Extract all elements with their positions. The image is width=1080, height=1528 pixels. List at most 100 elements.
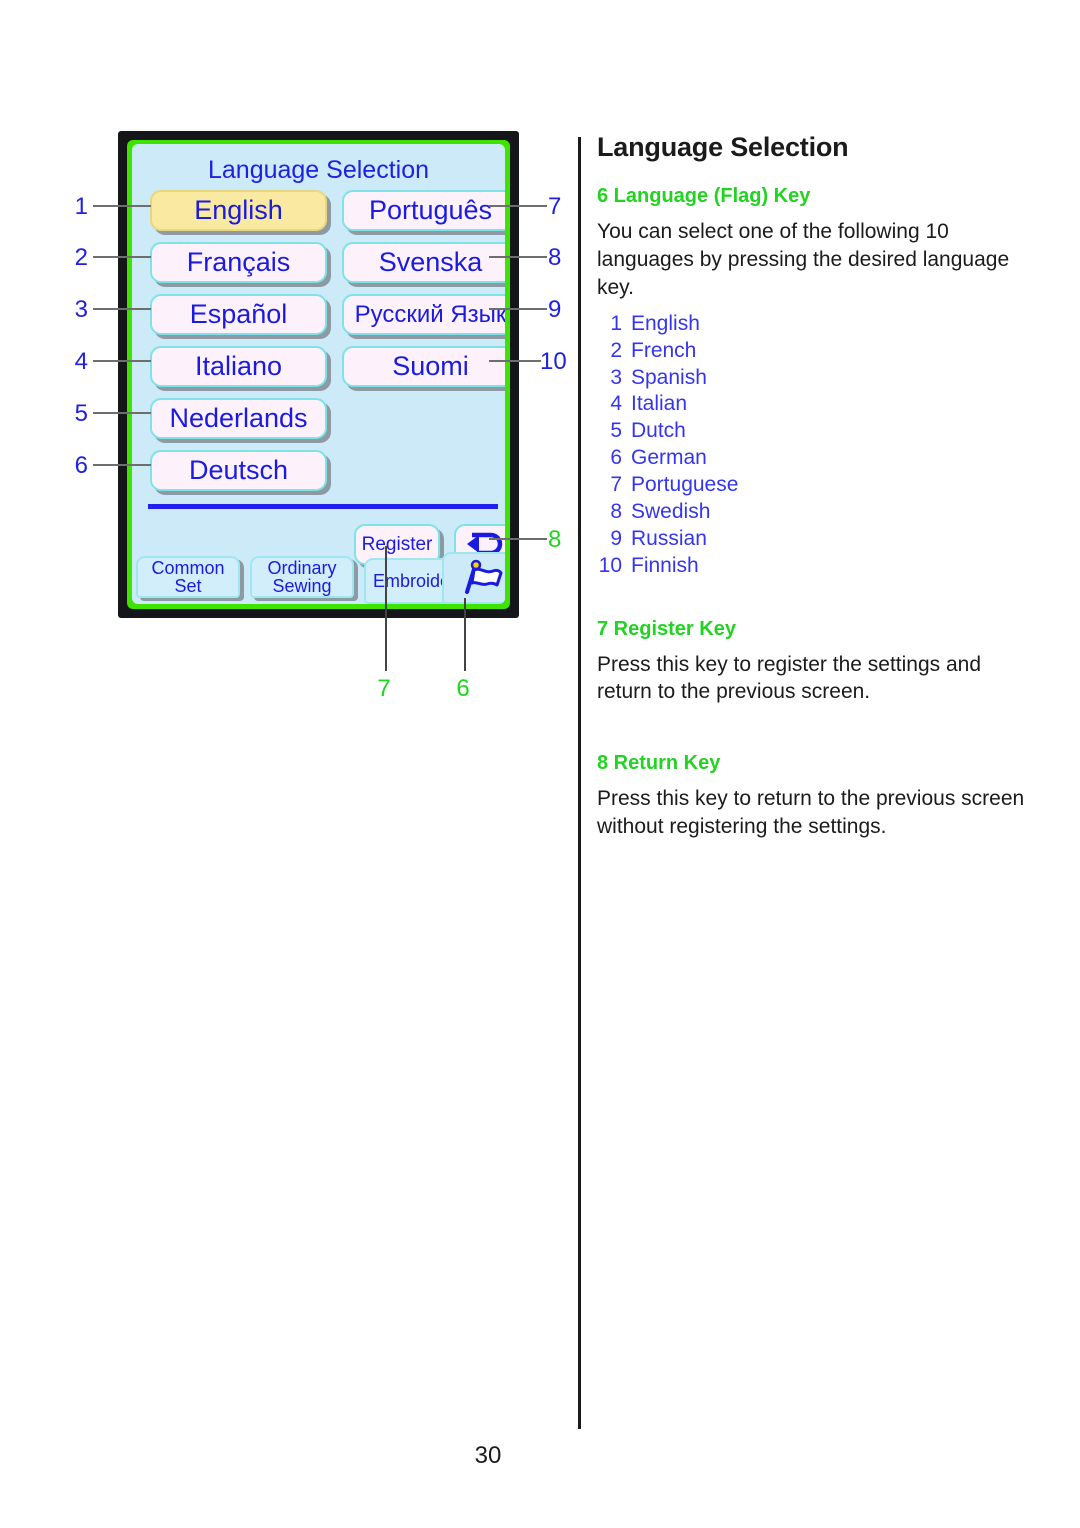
list-item-index: 4 xyxy=(610,392,622,416)
list-item-label: Dutch xyxy=(631,419,686,443)
list-item-label: Portuguese xyxy=(631,473,739,497)
tab-label-line2: Sewing xyxy=(272,576,332,596)
list-item-index: 1 xyxy=(610,311,622,335)
list-item: 6 German xyxy=(597,445,1027,472)
callout-leader-return xyxy=(489,538,547,540)
tab-label-wrap: Ordinary Sewing xyxy=(267,559,336,595)
callout-leader-register xyxy=(385,546,387,671)
lcd-tab-bar: Common Set Ordinary Sewing Embroidery xyxy=(132,552,505,604)
section-body-register-key: Press this key to register the settings … xyxy=(597,652,982,704)
language-list: 1 English 2 French 3 Spanish 4 Italian 5 Dutc… xyxy=(597,311,1027,580)
list-item: 2 French xyxy=(597,338,1027,365)
list-item: 9 Russian xyxy=(597,526,1027,553)
tab-label-line1: Common xyxy=(151,558,225,578)
language-key-german[interactable]: Deutsch xyxy=(150,450,327,491)
lcd-display-area: Language Selection English Français Espa… xyxy=(132,144,505,604)
callout-leader-9 xyxy=(489,308,547,310)
language-key-label: Português xyxy=(368,195,493,225)
language-key-spanish[interactable]: Español xyxy=(150,294,327,335)
list-item-index: 7 xyxy=(610,473,622,497)
section-heading-language-key: 6 Language (Flag) Key xyxy=(597,185,811,207)
section-heading-register-key: 7 Register Key xyxy=(597,617,736,640)
list-item-label: German xyxy=(631,446,707,470)
callout-number-9: 9 xyxy=(548,296,562,323)
list-item-index: 6 xyxy=(610,446,622,470)
language-key-label: Français xyxy=(186,247,291,277)
list-item: 8 Swedish xyxy=(597,499,1027,526)
callout-number-return-key: 8 xyxy=(548,526,562,553)
lcd-bezel: Language Selection English Français Espa… xyxy=(127,140,510,609)
list-item: 4 Italian xyxy=(597,391,1027,418)
language-key-portuguese[interactable]: Português xyxy=(342,190,505,231)
page-vertical-divider xyxy=(578,137,581,1429)
list-item-label: Swedish xyxy=(631,499,711,523)
tab-common-set[interactable]: Common Set xyxy=(136,556,240,598)
language-key-french[interactable]: Français xyxy=(150,242,327,283)
callout-leader-4 xyxy=(93,360,151,362)
section-body-return-key: Press this key to return to the previous… xyxy=(597,787,1025,839)
callout-leader-8 xyxy=(489,256,547,258)
description-panel: Language Selection 6 Language (Flag) Key… xyxy=(597,132,1027,841)
language-key-swedish[interactable]: Svenska xyxy=(342,242,505,283)
language-key-label: Deutsch xyxy=(188,455,289,485)
callout-number-2: 2 xyxy=(74,244,88,271)
callout-number-8: 8 xyxy=(548,244,562,271)
section-body-language-key: You can select one of the following 10 l… xyxy=(597,220,1010,299)
lcd-screen-illustration: Language Selection English Français Espa… xyxy=(118,131,519,618)
callout-leader-10 xyxy=(489,360,541,362)
language-key-russian[interactable]: Русский Язык xyxy=(342,294,505,335)
tab-ordinary-sewing[interactable]: Ordinary Sewing xyxy=(250,556,354,598)
language-key-label: English xyxy=(194,195,283,225)
list-item-index: 2 xyxy=(610,338,622,362)
list-item-index: 9 xyxy=(610,526,622,550)
language-key-italian[interactable]: Italiano xyxy=(150,346,327,387)
callout-leader-3 xyxy=(93,308,151,310)
callout-number-10: 10 xyxy=(540,348,567,375)
list-item-label: Finnish xyxy=(631,553,699,577)
callout-leader-flag xyxy=(464,598,466,671)
list-item: 10 Finnish xyxy=(597,553,1027,580)
list-item-label: Russian xyxy=(631,526,707,550)
callout-leader-6 xyxy=(93,464,151,466)
list-item: 5 Dutch xyxy=(597,418,1027,445)
language-key-english[interactable]: English xyxy=(150,190,327,231)
list-item-index: 3 xyxy=(610,365,622,389)
callout-number-register-key: 7 xyxy=(377,675,391,702)
list-item: 1 English xyxy=(597,311,1027,338)
list-item-label: Spanish xyxy=(631,365,707,389)
list-item-label: English xyxy=(631,311,700,335)
language-key-label: Suomi xyxy=(392,351,469,381)
callout-number-flag-key: 6 xyxy=(456,675,470,702)
list-item-index: 8 xyxy=(610,499,622,523)
tab-label-line2: Set xyxy=(174,576,202,596)
lcd-horizontal-divider xyxy=(148,504,498,509)
language-key-label: Nederlands xyxy=(169,403,308,433)
list-item: 3 Spanish xyxy=(597,365,1027,392)
list-item: 7 Portuguese xyxy=(597,472,1027,499)
language-key-label: Italiano xyxy=(194,351,283,381)
callout-number-5: 5 xyxy=(74,400,88,427)
tab-label-wrap: Common Set xyxy=(151,559,224,595)
language-key-dutch[interactable]: Nederlands xyxy=(150,398,327,439)
page-title: Language Selection xyxy=(597,132,849,162)
callout-number-7: 7 xyxy=(548,193,562,220)
tab-language-flag[interactable] xyxy=(442,552,505,604)
callout-leader-7 xyxy=(489,205,547,207)
callout-number-1: 1 xyxy=(74,193,88,220)
callout-leader-2 xyxy=(93,256,151,258)
language-key-label: Español xyxy=(189,299,288,329)
list-item-label: French xyxy=(631,338,697,362)
list-item-label: Italian xyxy=(631,392,688,416)
callout-number-6: 6 xyxy=(74,452,88,479)
tab-label-line1: Ordinary xyxy=(267,558,337,578)
language-key-label: Русский Язык xyxy=(354,300,505,328)
language-key-finnish[interactable]: Suomi xyxy=(342,346,505,387)
callout-number-3: 3 xyxy=(74,296,88,323)
language-key-label: Svenska xyxy=(378,247,483,277)
callout-leader-1 xyxy=(93,205,151,207)
lcd-screen-title: Language Selection xyxy=(207,156,430,184)
section-heading-return-key: 8 Return Key xyxy=(597,752,721,775)
list-item-index: 5 xyxy=(610,419,622,443)
